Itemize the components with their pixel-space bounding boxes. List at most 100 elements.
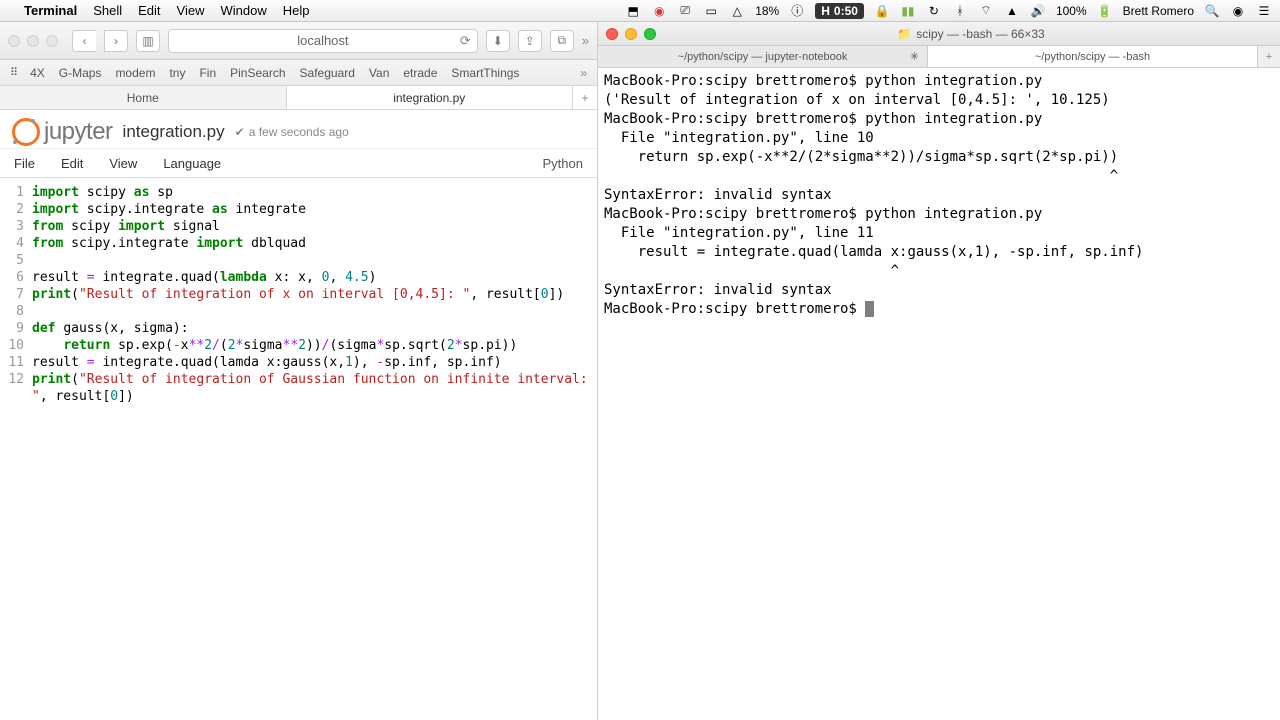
line-content[interactable]: return sp.exp(-x**2/(2*sigma**2))/(sigma… [32, 337, 525, 354]
fav-smartthings[interactable]: SmartThings [451, 66, 519, 80]
wifi-percent: 100% [1056, 4, 1087, 18]
line-content[interactable]: result = integrate.quad(lamda x:gauss(x,… [32, 354, 510, 371]
battery-icon[interactable]: 🔋 [1097, 4, 1113, 18]
active-app-name[interactable]: Terminal [24, 3, 77, 18]
line-content[interactable]: import scipy.integrate as integrate [32, 201, 314, 218]
terminal-tab-jupyter[interactable]: ~/python/scipy — jupyter-notebook ✳︎ [598, 46, 928, 67]
bluetooth-icon[interactable]: ᚼ [952, 4, 968, 18]
tabs-button[interactable]: ⧉ [550, 30, 574, 52]
safari-titlebar: ‹ › ▥ localhost ⟳ ⬇ ⇪ ⧉ » [0, 22, 597, 60]
volume-icon[interactable]: 🔊 [1030, 4, 1046, 18]
timemachine-icon[interactable]: ↻ [926, 4, 942, 18]
fav-safeguard[interactable]: Safeguard [300, 66, 355, 80]
dropbox-icon[interactable]: ⬒ [625, 4, 641, 18]
activity-icon[interactable]: ▮▮ [900, 4, 916, 18]
clock-widget[interactable]: H0:50 [815, 3, 864, 19]
code-line[interactable]: 3from scipy import signal [0, 218, 597, 235]
menu-view[interactable]: View [177, 3, 205, 18]
overflow-icon[interactable]: » [582, 33, 589, 48]
lock-icon[interactable]: 🔒 [874, 4, 890, 18]
code-line[interactable]: 7print("Result of integration of x on in… [0, 286, 597, 303]
line-content[interactable]: from scipy.integrate import dblquad [32, 235, 314, 252]
line-content[interactable]: from scipy import signal [32, 218, 228, 235]
code-line[interactable]: 6result = integrate.quad(lambda x: x, 0,… [0, 269, 597, 286]
terminal-body[interactable]: MacBook-Pro:scipy brettromero$ python in… [598, 68, 1280, 720]
jupyter-logo[interactable]: jupyter [12, 118, 113, 146]
menu-window[interactable]: Window [221, 3, 267, 18]
terminal-title: scipy — -bash — 66×33 [916, 27, 1044, 41]
line-number: 3 [0, 218, 32, 235]
favorites-overflow-icon[interactable]: » [580, 66, 587, 80]
window-controls[interactable] [8, 35, 58, 47]
jupyter-logo-icon [12, 118, 40, 146]
menu-file[interactable]: File [14, 156, 35, 171]
code-line[interactable]: 8 [0, 303, 597, 320]
line-content[interactable]: print("Result of integration of Gaussian… [32, 371, 597, 405]
address-bar[interactable]: localhost ⟳ [168, 29, 478, 53]
wifi-icon[interactable]: ⌔ [978, 3, 994, 18]
code-line[interactable]: 12print("Result of integration of Gaussi… [0, 371, 597, 405]
fav-fin[interactable]: Fin [199, 66, 216, 80]
new-tab-button[interactable]: + [573, 86, 597, 109]
fav-gmaps[interactable]: G-Maps [59, 66, 102, 80]
app-icon[interactable]: ◉ [651, 4, 667, 18]
menu-view-jup[interactable]: View [109, 156, 137, 171]
code-line[interactable]: 5 [0, 252, 597, 269]
line-number: 12 [0, 371, 32, 405]
reload-icon[interactable]: ⟳ [460, 33, 471, 49]
terminal-window-controls[interactable] [606, 28, 656, 40]
info-icon[interactable]: ⓘ [789, 2, 805, 19]
downloads-button[interactable]: ⬇ [486, 30, 510, 52]
line-content[interactable]: result = integrate.quad(lambda x: x, 0, … [32, 269, 384, 286]
siri-icon[interactable]: ◉ [1230, 4, 1246, 18]
code-line[interactable]: 4from scipy.integrate import dblquad [0, 235, 597, 252]
display-icon[interactable]: ▭ [703, 4, 719, 18]
sidebar-button[interactable]: ▥ [136, 30, 160, 52]
code-line[interactable]: 1import scipy as sp [0, 184, 597, 201]
tab-integration[interactable]: integration.py [287, 86, 574, 109]
tab-home[interactable]: Home [0, 86, 287, 109]
spinner-icon: ✳︎ [910, 50, 919, 63]
fav-modem[interactable]: modem [115, 66, 155, 80]
fav-tny[interactable]: tny [169, 66, 185, 80]
menu-edit[interactable]: Edit [138, 3, 160, 18]
code-line[interactable]: 9def gauss(x, sigma): [0, 320, 597, 337]
fav-4x[interactable]: 4X [30, 66, 45, 80]
fav-van[interactable]: Van [369, 66, 389, 80]
notification-center-icon[interactable]: ☰ [1256, 4, 1272, 18]
line-number: 4 [0, 235, 32, 252]
line-content[interactable]: def gauss(x, sigma): [32, 320, 197, 337]
code-line[interactable]: 11result = integrate.quad(lamda x:gauss(… [0, 354, 597, 371]
screen-icon[interactable]: ⎚ [677, 3, 693, 18]
menu-edit-jup[interactable]: Edit [61, 156, 83, 171]
menu-help[interactable]: Help [283, 3, 310, 18]
menubar-user[interactable]: Brett Romero [1123, 4, 1194, 18]
share-button[interactable]: ⇪ [518, 30, 542, 52]
macos-menubar: Terminal Shell Edit View Window Help ⬒ ◉… [0, 0, 1280, 22]
forward-button[interactable]: › [104, 30, 128, 52]
airplay-icon[interactable]: ▲ [1004, 4, 1020, 18]
code-line[interactable]: 2import scipy.integrate as integrate [0, 201, 597, 218]
menu-shell[interactable]: Shell [93, 3, 122, 18]
code-editor[interactable]: 1import scipy as sp2import scipy.integra… [0, 178, 597, 720]
terminal-new-tab[interactable]: + [1258, 46, 1280, 67]
line-content[interactable] [32, 252, 40, 269]
code-line[interactable]: 10 return sp.exp(-x**2/(2*sigma**2))/(si… [0, 337, 597, 354]
line-content[interactable]: import scipy as sp [32, 184, 181, 201]
line-content[interactable] [32, 303, 40, 320]
save-status: ✔ a few seconds ago [235, 125, 349, 139]
jupyter-wordmark: jupyter [44, 118, 113, 146]
address-text: localhost [297, 33, 348, 48]
favorites-grid-icon[interactable]: ⠿ [10, 66, 16, 79]
terminal-tab-bash[interactable]: ~/python/scipy — -bash [928, 46, 1258, 67]
back-button[interactable]: ‹ [72, 30, 96, 52]
line-number: 8 [0, 303, 32, 320]
line-number: 5 [0, 252, 32, 269]
fav-pinsearch[interactable]: PinSearch [230, 66, 285, 80]
spotlight-icon[interactable]: 🔍 [1204, 4, 1220, 18]
menu-language[interactable]: Language [163, 156, 221, 171]
notebook-title[interactable]: integration.py [123, 122, 225, 142]
fav-etrade[interactable]: etrade [403, 66, 437, 80]
cloud-icon[interactable]: △ [729, 4, 745, 18]
line-content[interactable]: print("Result of integration of x on int… [32, 286, 572, 303]
